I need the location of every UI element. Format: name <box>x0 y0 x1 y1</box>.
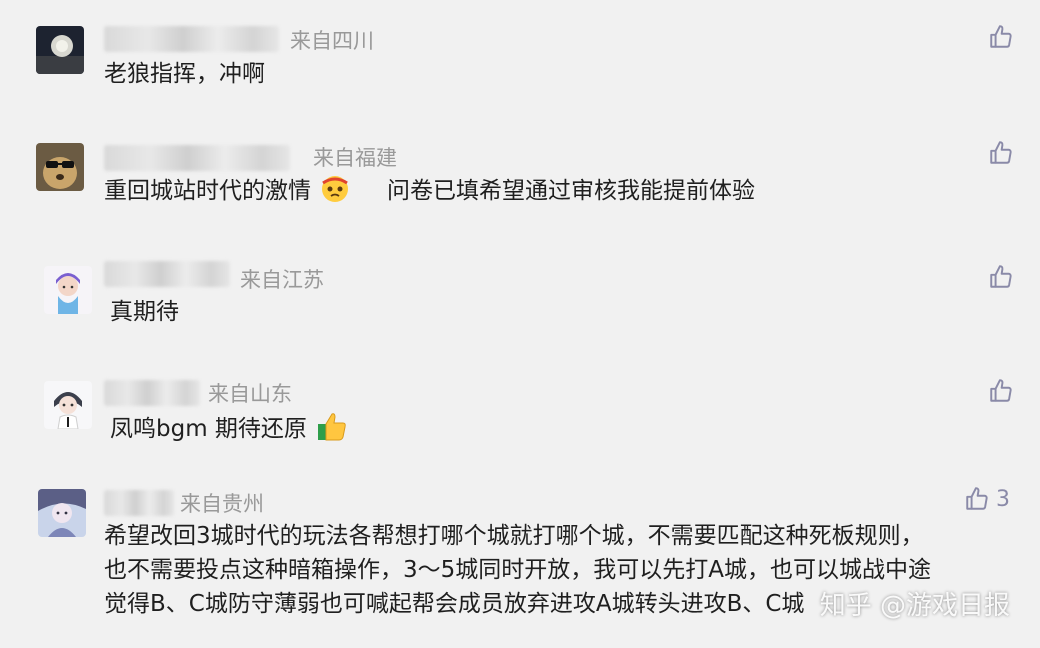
comment-text: 真期待 <box>110 295 179 329</box>
like-count: 3 <box>996 486 1010 512</box>
username-blurred[interactable] <box>104 380 200 406</box>
comment-line: 凤鸣bgm 期待还原 <box>110 416 307 442</box>
watermark: 知乎 @游戏日报 <box>819 591 1010 621</box>
comment-text: 凤鸣bgm 期待还原 <box>110 410 348 446</box>
location-label: 来自山东 <box>208 382 292 406</box>
comment-item: 来自福建 重回城站时代的激情 问卷已填希望通过审核我能提前体验 <box>0 118 1040 243</box>
comment-item: 来自贵州 希望改回3城时代的玩法各帮想打哪个城就打哪个城，不需要匹配这种死板规则… <box>0 483 1040 648</box>
avatar[interactable] <box>44 381 92 429</box>
comment-text: 希望改回3城时代的玩法各帮想打哪个城就打哪个城，不需要匹配这种死板规则， 也不需… <box>104 519 931 621</box>
location-label: 来自四川 <box>290 29 374 53</box>
like-button[interactable] <box>988 24 1020 50</box>
avatar[interactable] <box>36 26 84 74</box>
comment-line: 也不需要投点这种暗箱操作，3～5城同时开放，我可以先打A城，也可以城战中途 <box>104 557 932 583</box>
username-blurred[interactable] <box>104 26 279 52</box>
comment-line: 觉得B、C城防守薄弱也可喊起帮会成员放弃进攻A城转头进攻B、C城 <box>104 591 805 617</box>
username-blurred[interactable] <box>104 145 290 171</box>
comment-line: 重回城站时代的激情 <box>104 178 311 204</box>
thumbs-up-icon <box>990 141 1012 164</box>
avatar[interactable] <box>36 143 84 191</box>
username-blurred[interactable] <box>104 490 174 516</box>
comment-item: 来自山东 凤鸣bgm 期待还原 <box>0 363 1040 483</box>
username-blurred[interactable] <box>104 261 230 287</box>
comment-line: 真期待 <box>110 299 179 325</box>
comment-text: 老狼指挥，冲啊 <box>104 57 265 91</box>
comment-line: 问卷已填希望通过审核我能提前体验 <box>386 178 755 204</box>
thumbs-up-icon <box>990 379 1012 402</box>
comment-text: 重回城站时代的激情 问卷已填希望通过审核我能提前体验 <box>104 174 755 208</box>
thumbs-up-icon <box>990 265 1012 288</box>
pleading-face-icon <box>322 176 349 202</box>
comment-line: 老狼指挥，冲啊 <box>104 61 265 87</box>
like-button[interactable] <box>988 140 1020 166</box>
comment-item: 来自四川 老狼指挥，冲啊 <box>0 0 1040 118</box>
thumbs-up-icon <box>990 25 1012 48</box>
like-button[interactable]: 3 <box>964 486 1010 512</box>
thumbs-up-icon <box>966 487 988 510</box>
comment-line: 希望改回3城时代的玩法各帮想打哪个城就打哪个城，不需要匹配这种死板规则， <box>104 523 924 549</box>
location-label: 来自贵州 <box>180 492 264 516</box>
thumbs-up-emoji-icon <box>318 413 346 441</box>
avatar[interactable] <box>38 489 86 537</box>
like-button[interactable] <box>988 378 1020 404</box>
avatar[interactable] <box>44 266 92 314</box>
comment-item: 来自江苏 真期待 <box>0 243 1040 363</box>
location-label: 来自江苏 <box>240 268 324 292</box>
like-button[interactable] <box>988 264 1020 290</box>
location-label: 来自福建 <box>313 146 397 170</box>
